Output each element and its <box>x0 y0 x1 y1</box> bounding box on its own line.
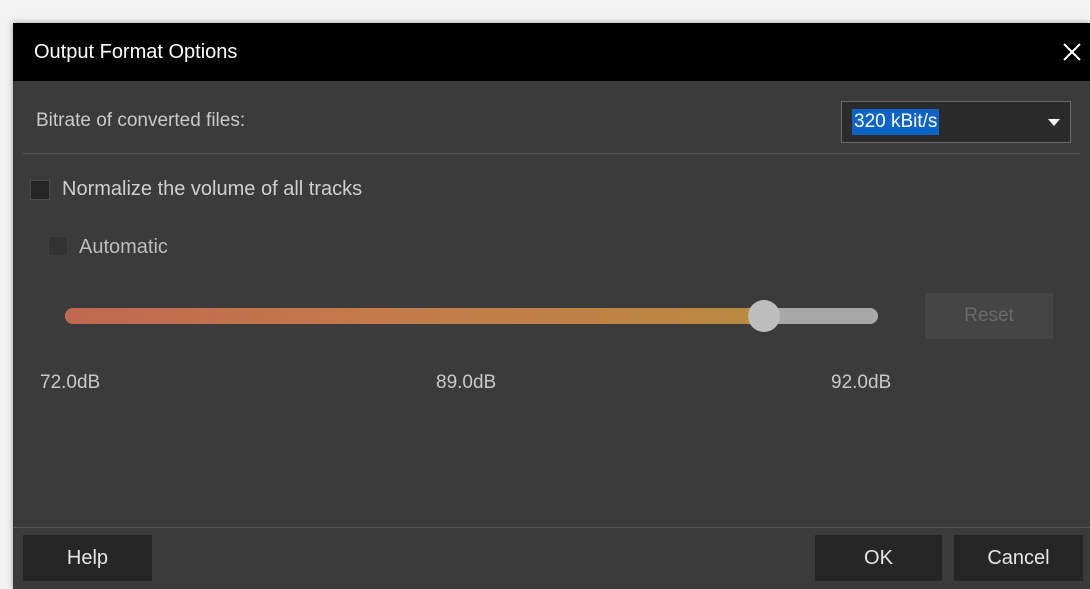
output-format-dialog: Output Format Options Bitrate of convert… <box>13 23 1090 589</box>
cancel-button[interactable]: Cancel <box>954 535 1083 581</box>
normalize-checkbox[interactable] <box>30 180 50 200</box>
chevron-down-icon <box>1048 119 1060 126</box>
bitrate-select[interactable]: 320 kBit/s <box>841 101 1071 143</box>
slider-value-label: 89.0dB <box>436 372 497 393</box>
bitrate-selected-value: 320 kBit/s <box>852 109 940 135</box>
automatic-checkbox[interactable] <box>48 236 68 256</box>
help-button[interactable]: Help <box>23 535 152 581</box>
close-icon <box>1063 43 1081 61</box>
volume-slider-thumb[interactable] <box>748 300 781 332</box>
normalize-label[interactable]: Normalize the volume of all tracks <box>62 178 362 201</box>
ok-button[interactable]: OK <box>815 535 942 581</box>
reset-button[interactable]: Reset <box>925 293 1053 339</box>
footer-divider <box>13 527 1090 528</box>
dialog-title: Output Format Options <box>34 41 238 63</box>
bitrate-row: Bitrate of converted files: 320 kBit/s <box>23 87 1080 154</box>
automatic-label[interactable]: Automatic <box>79 236 168 259</box>
slider-max-label: 92.0dB <box>831 372 892 393</box>
title-bar: Output Format Options <box>13 23 1090 81</box>
bitrate-label: Bitrate of converted files: <box>36 110 246 131</box>
slider-min-label: 72.0dB <box>40 372 101 393</box>
volume-slider-fill <box>65 308 765 324</box>
close-button[interactable] <box>1030 23 1090 81</box>
